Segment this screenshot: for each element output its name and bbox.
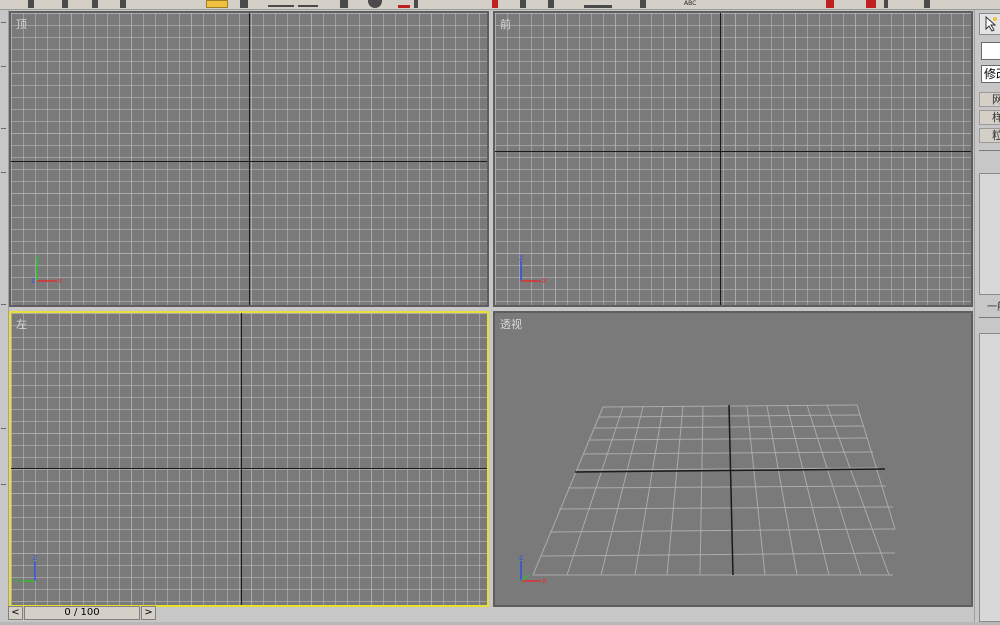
viewport-front[interactable]: 前 z x <box>493 11 973 307</box>
render-setup-icon[interactable] <box>884 0 888 8</box>
axis-label-x: x <box>58 276 63 283</box>
axis-label-x: x <box>542 276 547 283</box>
viewport-left[interactable]: 左 z y <box>9 311 489 607</box>
rotate-icon[interactable] <box>368 0 382 8</box>
select-link-icon[interactable] <box>28 0 34 8</box>
select-by-name-icon[interactable] <box>240 0 248 8</box>
curve-editor-icon[interactable] <box>826 0 834 8</box>
cursor-star-icon <box>985 15 997 32</box>
grid-axis-vertical <box>249 13 250 305</box>
selection-filter-icon[interactable] <box>120 0 126 8</box>
strip-marker <box>1 428 6 429</box>
axis-label-z: z <box>519 253 523 262</box>
text-tool-icon[interactable]: ABC <box>684 0 704 8</box>
window-crossing-icon[interactable] <box>298 5 318 7</box>
main-toolbar: ABC <box>0 0 1000 10</box>
axis-gizmo-icon: z y <box>13 553 45 583</box>
axis-label-y: y <box>35 253 40 262</box>
reference-coordinate-icon[interactable] <box>414 0 418 8</box>
axis-label-y: y <box>14 576 19 583</box>
viewport-label[interactable]: 左 <box>16 316 27 332</box>
object-name-field[interactable] <box>981 42 1000 60</box>
named-selection-icon[interactable] <box>584 5 612 8</box>
grid-axis-vertical <box>241 313 242 605</box>
bind-space-warp-icon[interactable] <box>92 0 98 8</box>
strip-marker <box>1 66 6 67</box>
strip-marker <box>1 22 6 23</box>
axis-label-x: x <box>542 576 547 583</box>
strip-marker <box>1 128 6 129</box>
object-type-row[interactable]: 网 <box>979 92 1000 107</box>
viewport-grid <box>11 313 487 605</box>
strip-marker <box>1 304 6 305</box>
rollout-caption: 一般 <box>987 302 1000 313</box>
viewport-label[interactable]: 透视 <box>500 316 522 332</box>
grid-axis-vertical <box>720 13 721 305</box>
viewport-top[interactable]: 顶 y x z <box>9 11 489 307</box>
time-slider-track[interactable]: 0 / 100 <box>24 606 140 620</box>
scale-icon[interactable] <box>398 5 410 8</box>
move-icon[interactable] <box>340 0 348 8</box>
object-type-row[interactable]: 样 <box>979 110 1000 125</box>
modifier-list-dropdown[interactable]: 修改 <box>981 65 1000 83</box>
axis-label-z: z <box>31 276 35 283</box>
quick-render-icon[interactable] <box>924 0 930 8</box>
selection-region-icon[interactable] <box>268 5 294 7</box>
angle-snap-icon[interactable] <box>548 0 554 8</box>
grid-axis-horizontal <box>11 468 487 469</box>
time-slider[interactable]: < 0 / 100 > <box>8 606 156 622</box>
mirror-icon[interactable] <box>640 0 646 8</box>
object-type-row[interactable]: 粒 <box>979 128 1000 143</box>
left-toolbar-strip <box>0 10 9 608</box>
axis-label-z: z <box>33 553 37 562</box>
viewport-perspective[interactable]: 透视 z x <box>493 311 973 607</box>
viewport-label[interactable]: 顶 <box>16 16 27 32</box>
perspective-grid <box>532 404 896 576</box>
panel-divider <box>979 317 1000 318</box>
select-object-button[interactable] <box>206 0 228 8</box>
viewport-grid <box>495 13 971 305</box>
time-slider-next-button[interactable]: > <box>141 606 156 620</box>
viewport-label[interactable]: 前 <box>500 16 511 32</box>
snap-toggle-icon[interactable] <box>520 0 526 8</box>
rollout-panel <box>979 333 1000 622</box>
panel-divider <box>979 150 1000 151</box>
axis-gizmo-icon: z x <box>515 553 547 583</box>
axis-label-z: z <box>519 553 523 562</box>
create-tab[interactable] <box>979 13 1000 35</box>
axis-gizmo-icon: z x <box>515 253 547 283</box>
time-slider-prev-button[interactable]: < <box>8 606 23 620</box>
strip-marker <box>1 172 6 173</box>
pivot-icon[interactable] <box>492 0 498 8</box>
material-editor-icon[interactable] <box>866 0 876 8</box>
axis-gizmo-icon: y x z <box>31 253 63 283</box>
strip-marker <box>1 484 6 485</box>
rollout-panel <box>979 173 1000 295</box>
command-panel: 修改 网 样 粒 一般 <box>974 10 1000 622</box>
grid-axis-horizontal <box>495 151 971 152</box>
unlink-icon[interactable] <box>62 0 68 8</box>
